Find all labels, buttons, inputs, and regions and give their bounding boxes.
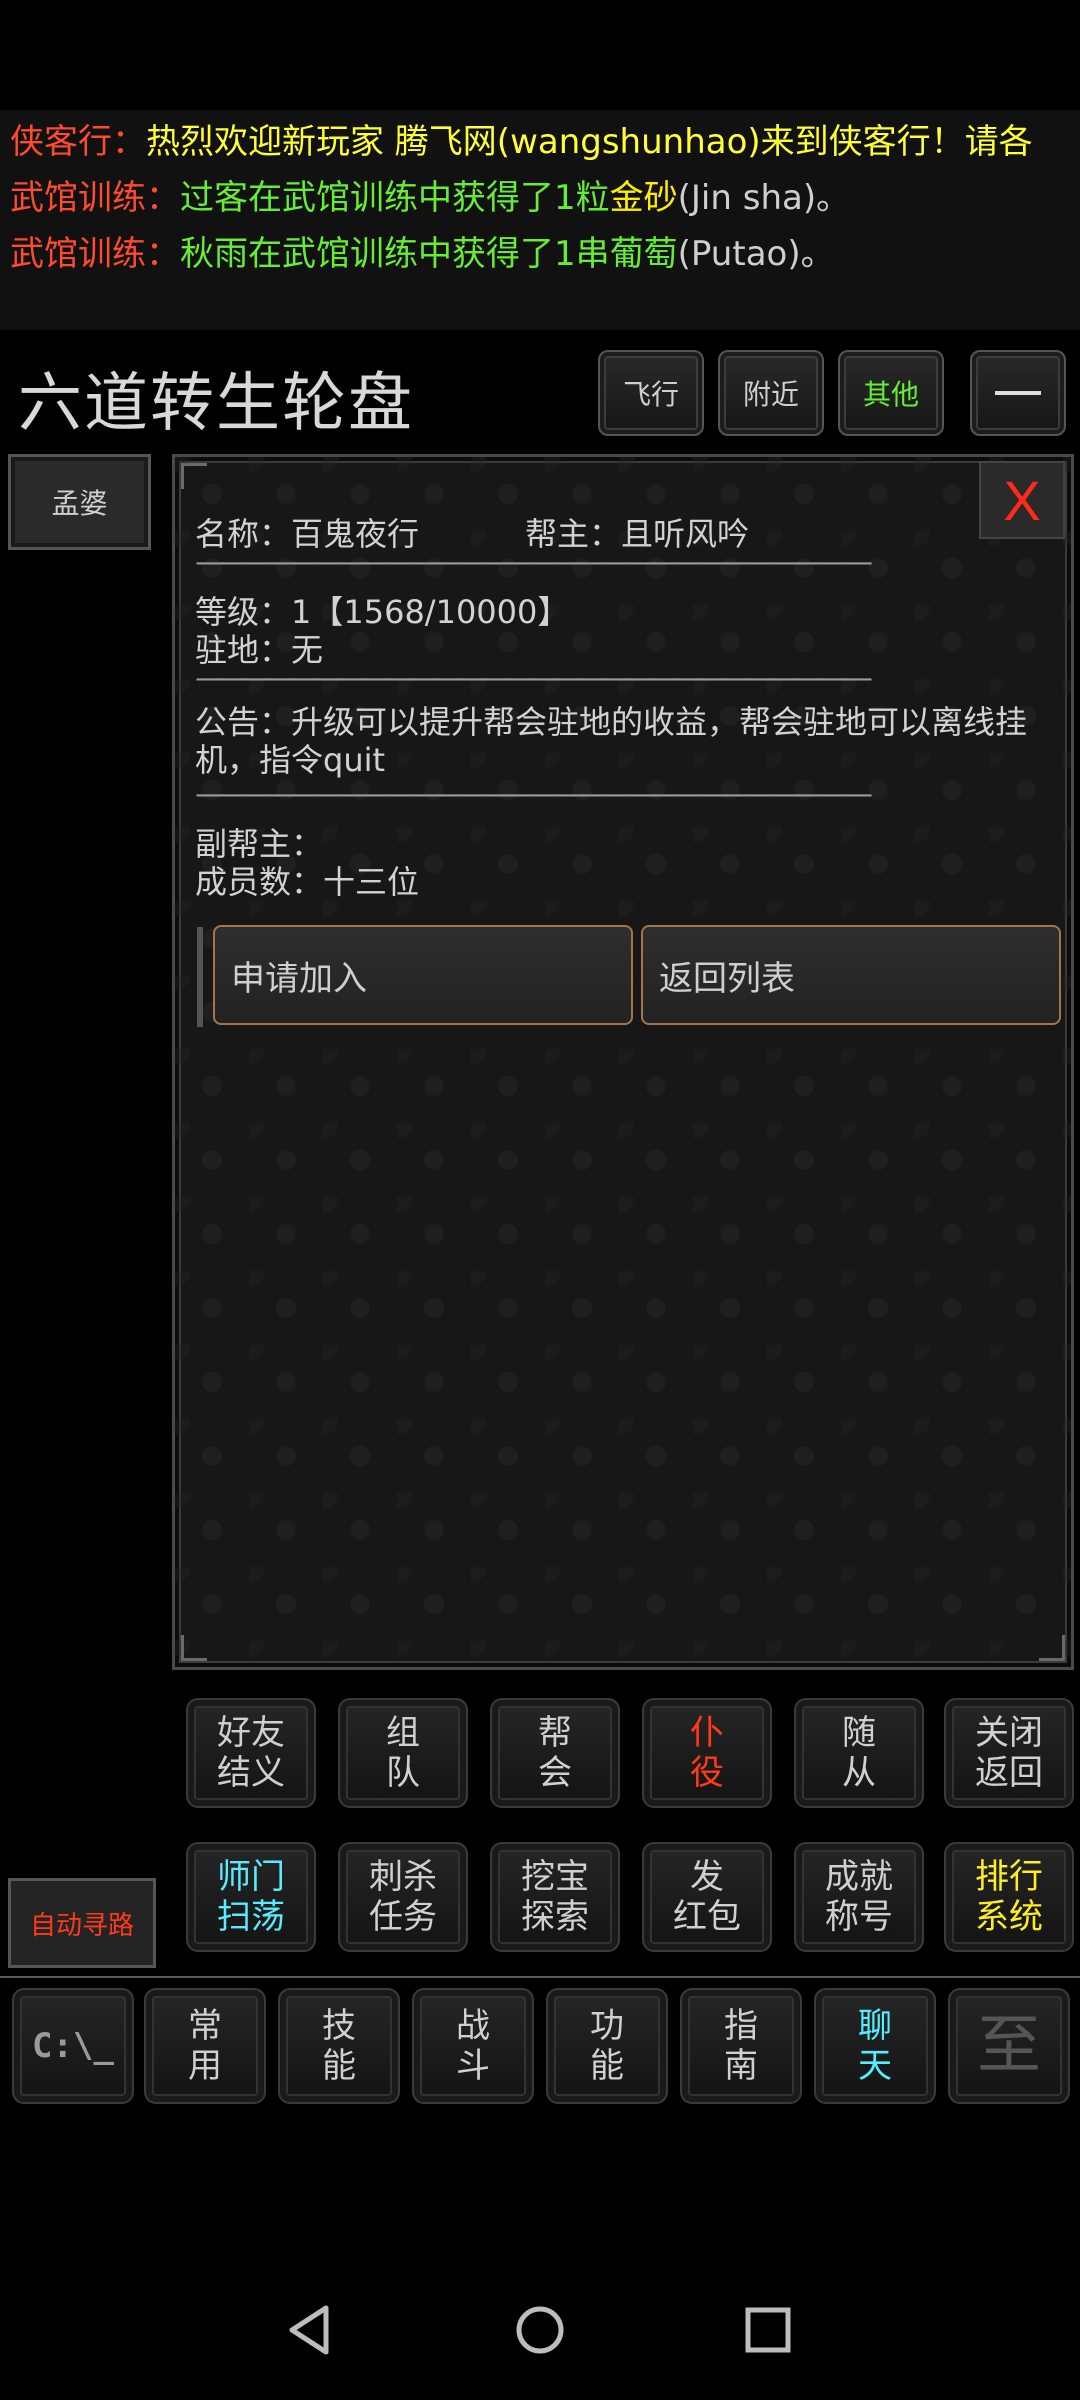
corner-ornament <box>1039 1635 1065 1661</box>
message-body: 过客在武馆训练中获得了1粒 <box>180 178 610 218</box>
servant-button[interactable]: 仆 役 <box>642 1698 772 1808</box>
divider: ———————————————————————————— <box>195 661 873 696</box>
message-line: 侠客行：热烈欢迎新玩家 腾飞网(wangshunhao)来到侠客行！请各 <box>10 120 1033 164</box>
back-icon[interactable] <box>280 2300 340 2360</box>
message-body: 秋雨在武馆训练中获得了1串 <box>180 234 610 274</box>
guild-button[interactable]: 帮 会 <box>490 1698 620 1808</box>
action-bar-marker <box>197 927 203 1027</box>
red-packet-button[interactable]: 发 红包 <box>642 1842 772 1952</box>
message-body: 热烈欢迎新玩家 腾飞网(wangshunhao)来到侠客行！请各 <box>146 122 1033 162</box>
tab-chat[interactable]: 聊 天 <box>814 1988 936 2104</box>
home-icon[interactable] <box>510 2300 570 2360</box>
follower-button[interactable]: 随 从 <box>794 1698 924 1808</box>
message-channel: 侠客行： <box>10 122 146 162</box>
message-channel: 武馆训练： <box>10 178 180 218</box>
auto-path-button[interactable]: 自动寻路 <box>8 1878 156 1968</box>
tab-guide[interactable]: 指 南 <box>680 1988 802 2104</box>
message-line: 武馆训练：过客在武馆训练中获得了1粒金砂(Jin sha)。 <box>10 176 850 220</box>
achievement-button[interactable]: 成就 称号 <box>794 1842 924 1952</box>
corner-ornament <box>181 1635 207 1661</box>
message-log[interactable]: 侠客行：热烈欢迎新玩家 腾飞网(wangshunhao)来到侠客行！请各 武馆训… <box>0 110 1080 330</box>
location-title: 六道转生轮盘 <box>18 367 414 441</box>
tab-common[interactable]: 常 用 <box>144 1988 266 2104</box>
corner-ornament <box>181 463 207 489</box>
message-item-pinyin: (Jin sha)。 <box>677 178 851 218</box>
sect-sweep-button[interactable]: 师门 扫荡 <box>186 1842 316 1952</box>
separator <box>0 1976 1080 1978</box>
guild-info-panel: X 名称：百鬼夜行 帮主：且听风吟 ——————————————————————… <box>172 454 1074 1670</box>
minus-icon <box>995 391 1041 395</box>
tab-skills[interactable]: 技 能 <box>278 1988 400 2104</box>
command-line-tab[interactable]: C:\_ <box>12 1988 134 2104</box>
close-button[interactable]: X <box>979 461 1065 539</box>
message-channel: 武馆训练： <box>10 234 180 274</box>
divider: ———————————————————————————— <box>195 545 873 580</box>
nearby-button[interactable]: 附近 <box>718 350 824 436</box>
message-item[interactable]: 金砂 <box>610 178 678 218</box>
guild-notice: 公告：升级可以提升帮会驻地的收益，帮会驻地可以离线挂机，指令quit <box>195 703 1028 779</box>
emblem-tab[interactable]: 至 <box>948 1988 1070 2104</box>
team-button[interactable]: 组 队 <box>338 1698 468 1808</box>
back-to-list-button[interactable]: 返回列表 <box>641 925 1061 1025</box>
message-item-pinyin: (Putao)。 <box>677 234 835 274</box>
npc-button[interactable]: 孟婆 <box>8 454 151 550</box>
treasure-dig-button[interactable]: 挖宝 探索 <box>490 1842 620 1952</box>
recents-icon[interactable] <box>738 2300 798 2360</box>
friends-button[interactable]: 好友 结义 <box>186 1698 316 1808</box>
apply-join-button[interactable]: 申请加入 <box>213 925 633 1025</box>
close-return-button[interactable]: 关闭 返回 <box>944 1698 1074 1808</box>
member-count: 成员数：十三位 <box>195 863 420 901</box>
assassination-button[interactable]: 刺杀 任务 <box>338 1842 468 1952</box>
ranking-button[interactable]: 排行 系统 <box>944 1842 1074 1952</box>
divider: ———————————————————————————— <box>195 777 873 812</box>
message-item[interactable]: 葡萄 <box>610 234 678 274</box>
tab-functions[interactable]: 功 能 <box>546 1988 668 2104</box>
message-line: 武馆训练：秋雨在武馆训练中获得了1串葡萄(Putao)。 <box>10 232 835 276</box>
minimize-button[interactable] <box>970 350 1066 436</box>
other-button[interactable]: 其他 <box>838 350 944 436</box>
fly-button[interactable]: 飞行 <box>598 350 704 436</box>
tab-combat[interactable]: 战 斗 <box>412 1988 534 2104</box>
